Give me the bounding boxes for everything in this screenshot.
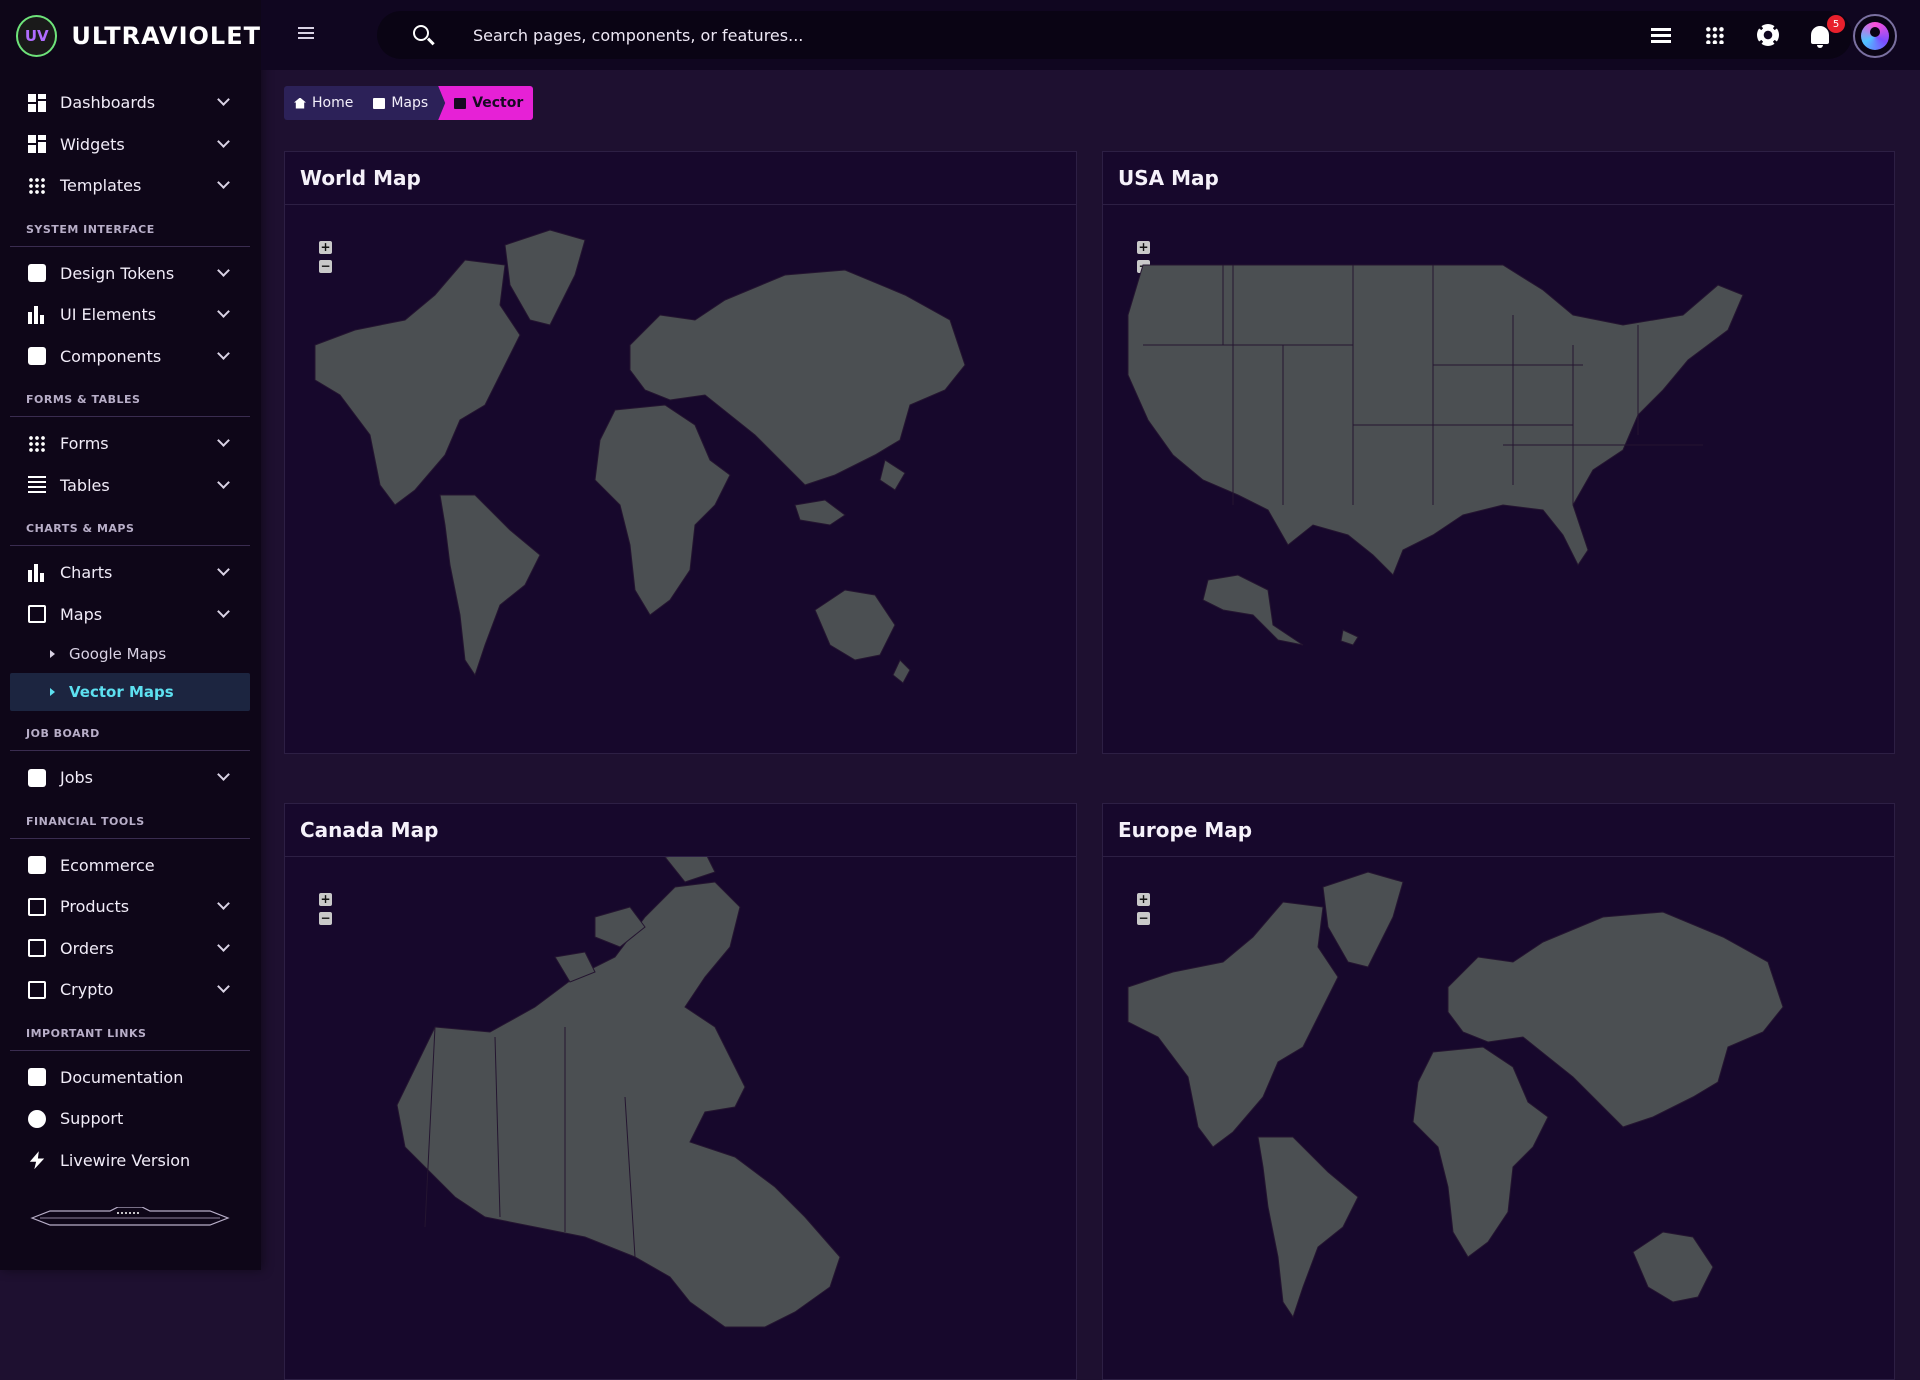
map-icon (28, 605, 46, 624)
puzzle-icon (28, 347, 46, 366)
chevron-down-icon (217, 768, 230, 781)
sidebar-item-tables[interactable]: Tables (10, 465, 250, 507)
paint-roller-icon (28, 264, 46, 283)
tables-icon (28, 476, 46, 495)
ui-elements-icon (28, 305, 46, 324)
sidebar-item-widgets[interactable]: Widgets (10, 124, 250, 166)
chevron-down-icon (217, 897, 230, 910)
widgets-icon (28, 135, 46, 154)
breadcrumb-home[interactable]: Home (284, 86, 363, 120)
card-title: Europe Map (1103, 804, 1894, 857)
gear-icon[interactable] (1757, 24, 1779, 46)
chevron-down-icon (217, 93, 230, 106)
usa-vector-map[interactable] (1103, 205, 1896, 753)
world-map-card: World Map + − (284, 151, 1077, 754)
templates-icon (28, 176, 46, 195)
sidebar-item-components[interactable]: Components (10, 336, 250, 378)
chevron-down-icon (217, 263, 230, 277)
sidebar-item-maps[interactable]: Maps (10, 594, 250, 636)
user-avatar-icon (1861, 22, 1889, 50)
card-title: World Map (285, 152, 1076, 205)
sidebar-item-ecommerce[interactable]: Ecommerce (10, 845, 250, 887)
sidebar-subitem-google-maps[interactable]: Google Maps (10, 635, 250, 673)
bar-chart-icon (28, 563, 46, 582)
section-title-forms-tables: FORMS & TABLES (10, 377, 250, 417)
sidebar-item-orders[interactable]: Orders (10, 928, 250, 970)
hamburger-menu-icon[interactable] (298, 27, 314, 40)
sidebar-menu: Dashboards Widgets Templates SYSTEM INTE… (10, 82, 250, 1181)
sidebar-item-templates[interactable]: Templates (10, 165, 250, 207)
chevron-down-icon (217, 938, 230, 952)
sidebar-item-support[interactable]: Support (10, 1098, 250, 1140)
section-title-financial-tools: FINANCIAL TOOLS (10, 799, 250, 839)
store-icon (28, 856, 46, 875)
breadcrumb-maps[interactable]: Maps (363, 86, 438, 120)
canada-map-card: Canada Map + − (284, 803, 1077, 1380)
help-icon (28, 1109, 46, 1128)
section-title-important-links: IMPORTANT LINKS (10, 1011, 250, 1051)
sidebar-item-jobs[interactable]: Jobs (10, 757, 250, 799)
search-icon[interactable] (413, 25, 429, 41)
sidebar-item-products[interactable]: Products (10, 886, 250, 928)
sidebar: UV ULTRAVIOLET Dashboards Widgets Templa… (0, 0, 261, 1270)
brand[interactable]: UV ULTRAVIOLET (0, 0, 261, 72)
sidebar-item-dashboards[interactable]: Dashboards (10, 82, 250, 124)
europe-vector-map[interactable] (1103, 857, 1896, 1380)
card-title: USA Map (1103, 152, 1894, 205)
card-title: Canada Map (285, 804, 1076, 857)
chevron-down-icon (217, 346, 230, 360)
chevron-down-icon (217, 604, 230, 618)
chevron-down-icon (217, 475, 230, 489)
folder-icon (373, 97, 386, 109)
sidebar-item-design-tokens[interactable]: Design Tokens (10, 253, 250, 295)
brand-name: ULTRAVIOLET (71, 22, 261, 50)
search-input[interactable] (473, 11, 1773, 59)
chevron-down-icon (217, 434, 230, 447)
products-icon (28, 897, 46, 916)
bolt-icon (29, 1151, 45, 1170)
world-vector-map[interactable] (285, 205, 1078, 753)
bell-icon[interactable] (1811, 26, 1829, 48)
sidebar-item-crypto[interactable]: Crypto (10, 969, 250, 1011)
chevron-down-icon (217, 980, 230, 993)
chevron-down-icon (217, 134, 230, 148)
europe-map-card: Europe Map + − (1102, 803, 1895, 1380)
list-view-icon[interactable] (1651, 28, 1671, 43)
sidebar-item-charts[interactable]: Charts (10, 552, 250, 594)
document-icon (28, 1068, 46, 1087)
sidebar-item-forms[interactable]: Forms (10, 423, 250, 465)
topbar: 5 (261, 0, 1920, 70)
wallet-icon (28, 980, 46, 999)
chevron-down-icon (217, 176, 230, 189)
grid-icon (454, 97, 467, 109)
sidebar-item-livewire[interactable]: Livewire Version (10, 1140, 250, 1182)
section-title-charts-maps: CHARTS & MAPS (10, 506, 250, 546)
chevron-down-icon (217, 305, 230, 318)
orders-icon (28, 939, 46, 958)
apps-grid-icon[interactable] (1705, 26, 1725, 44)
sidebar-item-documentation[interactable]: Documentation (10, 1057, 250, 1099)
briefcase-icon (28, 768, 46, 787)
usa-map-card: USA Map + − (1102, 151, 1895, 754)
forms-icon (28, 434, 46, 453)
canada-vector-map[interactable] (285, 857, 1078, 1380)
section-title-job-board: JOB BOARD (10, 711, 250, 751)
sidebar-subitem-vector-maps[interactable]: Vector Maps (10, 673, 250, 711)
search-bar (377, 11, 1852, 59)
sidebar-item-ui-elements[interactable]: UI Elements (10, 294, 250, 336)
breadcrumb-vector: Vector (438, 86, 534, 120)
decorative-divider (30, 1207, 230, 1226)
notification-badge: 5 (1827, 15, 1845, 33)
section-title-system-interface: SYSTEM INTERFACE (10, 207, 250, 247)
chevron-down-icon (217, 563, 230, 576)
avatar[interactable] (1853, 14, 1897, 58)
dashboard-icon (28, 93, 46, 112)
home-icon (294, 97, 306, 109)
brand-logo: UV (16, 15, 58, 57)
breadcrumb: Home Maps Vector (284, 86, 534, 120)
